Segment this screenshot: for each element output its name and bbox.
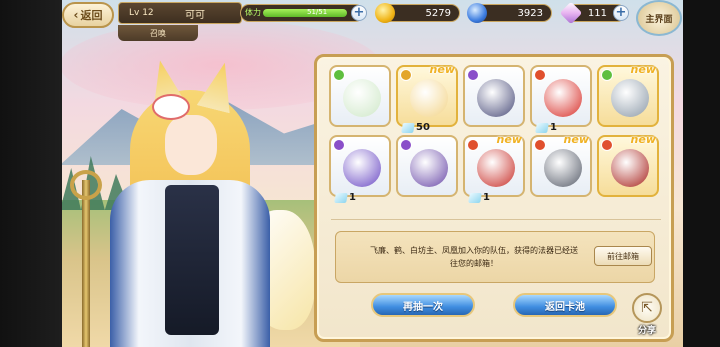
new-badge: new	[630, 63, 656, 76]
dark-element-icon	[333, 139, 345, 151]
new-badge: new	[630, 133, 656, 146]
shard-count: 1	[483, 192, 490, 203]
stamina-bar: 体力 51/51 +	[240, 4, 367, 22]
divider	[331, 219, 661, 220]
purple-stars-icon	[343, 149, 381, 187]
stamina-fill	[263, 9, 347, 17]
player-info-panel: Lv 12 可可	[118, 2, 242, 24]
result-message-scroll: 飞廉、鹤、白坊主、凤凰加入你的队伍，获得的法器已经送 往您的邮箱！ 前往邮箱	[335, 231, 655, 283]
result-card-grid: new 50 1 new 1 new 1 new new	[329, 63, 665, 203]
fire-element-icon	[467, 139, 479, 151]
result-card[interactable]	[463, 65, 525, 127]
phoenix-fan-icon	[611, 149, 649, 187]
stamina-label: 体力	[245, 8, 261, 17]
left-edge-bar	[0, 0, 62, 347]
back-button-label: 返回	[80, 9, 103, 22]
stamina-track	[263, 9, 347, 17]
add-stamina-button[interactable]: +	[351, 5, 367, 21]
fire-element-icon	[534, 69, 546, 81]
shard-icon	[334, 192, 348, 203]
shard-icon	[401, 122, 415, 133]
fire-element-icon	[534, 139, 546, 151]
shard-quantity: 1	[334, 192, 356, 203]
right-edge-bar	[683, 0, 720, 347]
share-label: 分享	[637, 326, 656, 336]
earth-element-icon	[400, 69, 412, 81]
home-button[interactable]: 主界面	[636, 0, 682, 36]
crossbow-icon	[410, 149, 448, 187]
gem-value: 3923	[517, 7, 543, 19]
character-face	[165, 115, 217, 175]
result-card[interactable]: new 1	[463, 133, 525, 203]
return-to-pool-button[interactable]: 返回卡池	[513, 293, 617, 317]
result-card[interactable]	[396, 135, 458, 197]
result-card[interactable]: new	[597, 63, 659, 127]
shard-count: 1	[550, 122, 557, 133]
shard-icon	[535, 122, 549, 133]
result-card[interactable]: 1	[329, 135, 391, 203]
gacha-result-screen: ‹ 返回 Lv 12 可可 召唤 体力 51/51 + 5279 3923 11…	[0, 0, 720, 347]
share-button[interactable]: ⇱ 分享	[629, 293, 665, 336]
player-name: 可可	[185, 9, 205, 21]
dark-creature-icon	[477, 79, 515, 117]
gold-coin-icon	[375, 3, 395, 23]
summoned-character-art	[70, 59, 315, 347]
go-to-mailbox-button[interactable]: 前往邮箱	[594, 246, 652, 266]
shard-icon	[468, 192, 482, 203]
draw-again-button[interactable]: 再抽一次	[371, 293, 475, 317]
white-bird-icon	[611, 79, 649, 117]
golden-ring-icon	[410, 79, 448, 117]
character-ear-right	[197, 59, 242, 114]
shard-count: 50	[416, 122, 430, 133]
result-message-line-2: 往您的邮箱！	[450, 259, 498, 268]
new-badge: new	[563, 133, 589, 146]
crystal-counter: 111 +	[559, 1, 629, 25]
player-level: Lv 12	[129, 8, 154, 18]
fox-mask-icon	[152, 94, 190, 120]
gold-value: 5279	[425, 7, 451, 19]
screen-title: 召唤	[118, 25, 198, 41]
red-orb-icon	[544, 79, 582, 117]
summon-results-panel: new 50 1 new 1 new 1 new new 飞廉、鹤、白坊主、凤凰加入你的队伍，获…	[314, 54, 674, 342]
crystal-value: 111	[587, 7, 607, 19]
result-message-line-1: 飞廉、鹤、白坊主、凤凰加入你的队伍，获得的法器已经送	[370, 246, 578, 255]
result-card[interactable]: new 50	[396, 63, 458, 133]
result-card[interactable]: new	[530, 133, 592, 197]
blue-gem-icon	[467, 3, 487, 23]
shard-count: 1	[349, 192, 356, 203]
fire-element-icon	[601, 139, 613, 151]
wind-element-icon	[333, 69, 345, 81]
result-card[interactable]: 1	[530, 65, 592, 133]
shard-quantity: 1	[535, 122, 557, 133]
add-crystal-button[interactable]: +	[613, 5, 629, 21]
shard-quantity: 50	[401, 122, 430, 133]
stamina-value: 51/51	[307, 8, 328, 16]
result-card[interactable]	[329, 65, 391, 127]
dark-element-icon	[467, 69, 479, 81]
gem-counter: 3923	[467, 3, 552, 23]
white-crane-icon	[544, 149, 582, 187]
character-vest	[165, 185, 219, 335]
home-button-label: 主界面	[645, 14, 673, 25]
wind-element-icon	[601, 69, 613, 81]
character-staff	[82, 180, 90, 347]
white-bag-green-spirit-icon	[343, 79, 381, 117]
new-badge: new	[429, 63, 455, 76]
dark-element-icon	[400, 139, 412, 151]
result-card[interactable]: new	[597, 133, 659, 197]
gold-counter: 5279	[375, 3, 460, 23]
top-bar: ‹ 返回 Lv 12 可可 召唤 体力 51/51 + 5279 3923 11…	[0, 0, 720, 41]
crystal-icon	[559, 1, 583, 25]
staff-ornament-icon	[70, 170, 102, 200]
red-bomb-icon	[477, 149, 515, 187]
chevron-left-icon: ‹	[73, 8, 79, 22]
back-button[interactable]: ‹ 返回	[62, 2, 114, 28]
new-badge: new	[496, 133, 522, 146]
shard-quantity: 1	[468, 192, 490, 203]
share-icon: ⇱	[632, 293, 662, 323]
result-message: 飞廉、鹤、白坊主、凤凰加入你的队伍，获得的法器已经送 往您的邮箱！	[364, 244, 584, 270]
